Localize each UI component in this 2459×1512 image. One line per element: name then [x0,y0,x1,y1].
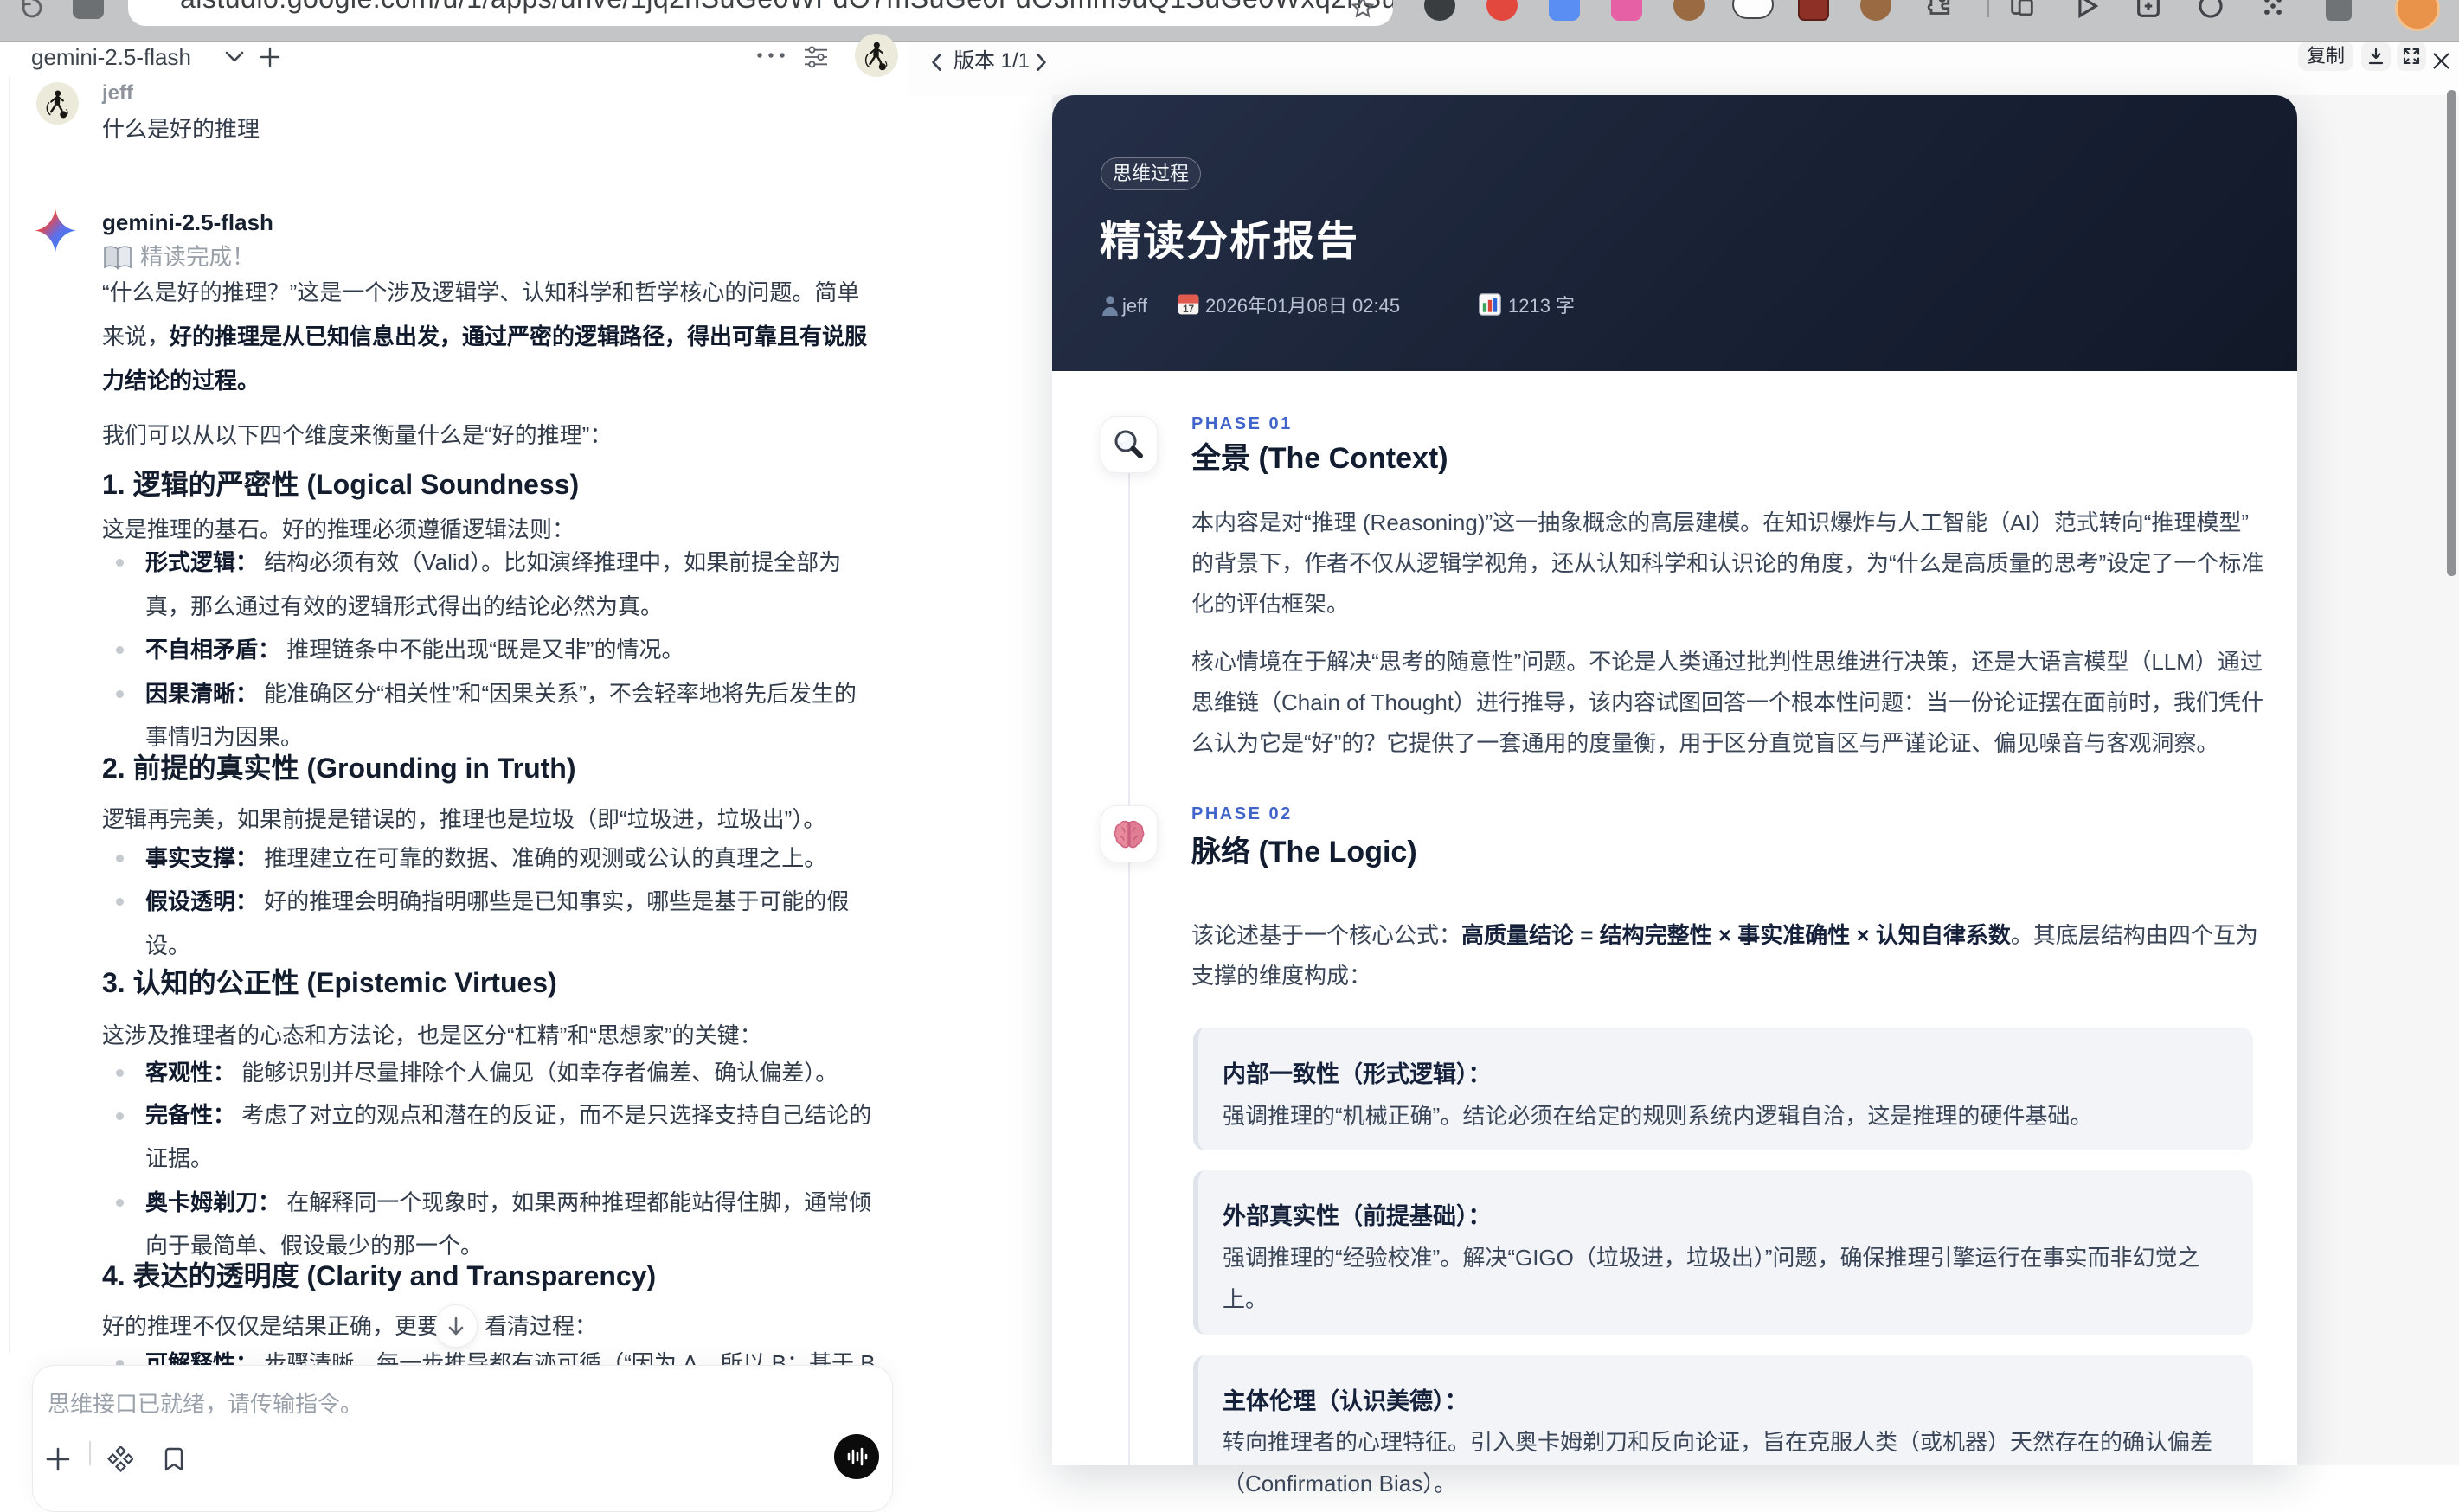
svg-text:17: 17 [1183,303,1195,315]
